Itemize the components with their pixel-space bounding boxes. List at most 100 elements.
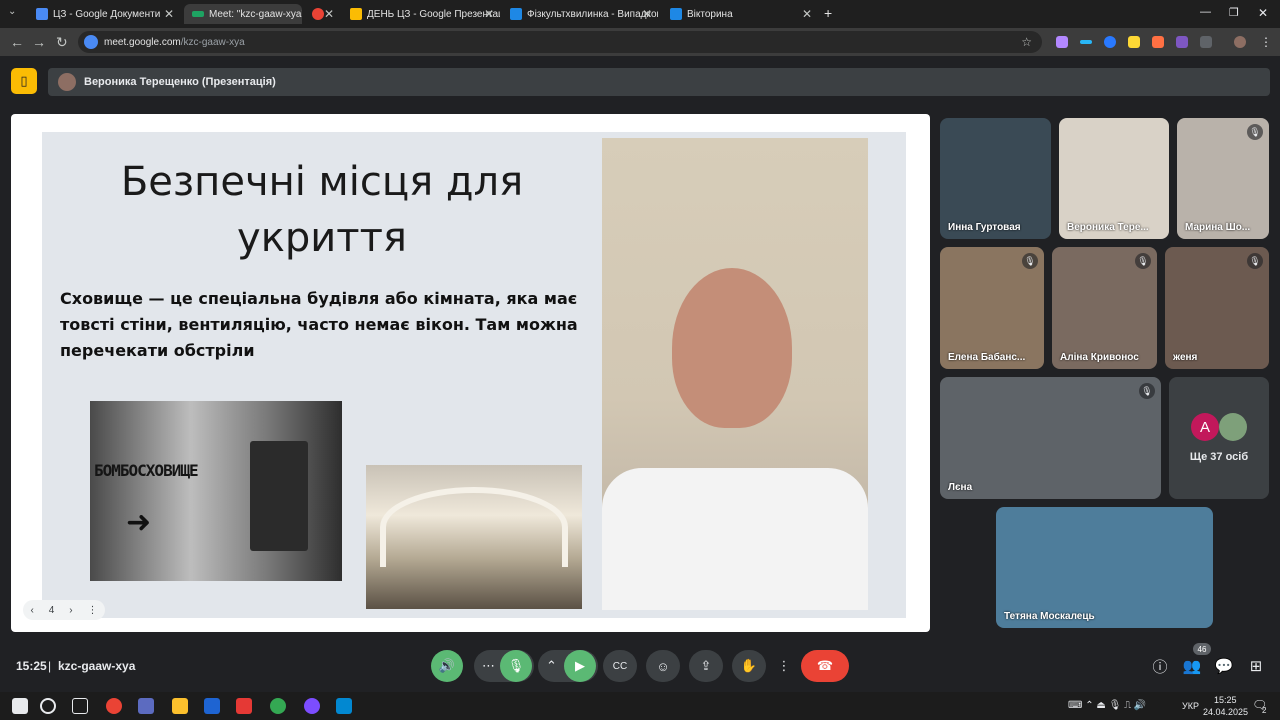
participant-name: Аліна Кривонос: [1060, 352, 1139, 363]
presentation-stage: Безпечні місця для укриття Сховище — це …: [11, 114, 930, 632]
meeting-time: 15:25: [16, 659, 47, 673]
shelter-corridor-image: [366, 465, 582, 609]
participant-name: Марина Шо...: [1185, 222, 1251, 233]
word-icon[interactable]: [204, 698, 220, 714]
more-participants-label: Ще 37 осіб: [1189, 451, 1249, 463]
reload-icon[interactable]: ↻: [56, 34, 68, 51]
more-vert-icon[interactable]: ⋮: [88, 605, 98, 616]
extensions-puzzle-icon[interactable]: [1200, 36, 1212, 48]
app-icon[interactable]: [138, 698, 154, 714]
camera-button[interactable]: ▶: [564, 650, 596, 682]
back-icon[interactable]: ←: [10, 34, 24, 50]
chrome-active-icon[interactable]: [270, 698, 286, 714]
participant-name: Елена Бабанс...: [948, 352, 1026, 363]
chat-icon[interactable]: 💬: [1214, 656, 1234, 676]
file-explorer-icon[interactable]: [172, 698, 188, 714]
next-slide-icon[interactable]: ›: [69, 605, 72, 616]
viber-icon[interactable]: [304, 698, 320, 714]
clock-time[interactable]: 15:25: [1214, 695, 1237, 705]
prev-slide-icon[interactable]: ‹: [30, 605, 33, 616]
people-count-badge: 46: [1193, 643, 1211, 655]
participant-tile[interactable]: 🎙 Лєна: [940, 377, 1161, 499]
raise-hand-button[interactable]: ✋: [732, 650, 766, 682]
mic-off-icon: 🎙: [1247, 124, 1263, 140]
close-icon[interactable]: ✕: [164, 7, 174, 21]
tab-slides[interactable]: ДЕНЬ ЦЗ - Google Презентації ✕: [342, 4, 500, 24]
tab-label: Фізкультхвилинка - Випадкові: [527, 8, 658, 20]
tab-label: Meet: "kzc-gaaw-xya": [209, 8, 302, 20]
mic-off-icon: 🎙: [1247, 253, 1263, 269]
participant-name: Лєна: [948, 482, 973, 493]
url-host: meet.google.com: [104, 36, 181, 48]
extension-dot-icon[interactable]: [1104, 36, 1116, 48]
participant-name: Тетяна Москалець: [1004, 611, 1095, 622]
tab-label: Вікторина: [687, 8, 733, 20]
activities-icon[interactable]: ⊞: [1246, 656, 1266, 676]
slide-navigator[interactable]: ‹ 4 › ⋮: [23, 600, 105, 620]
participant-tile[interactable]: Вероника Тере...: [1059, 118, 1169, 239]
participant-name: Инна Гуртовая: [948, 222, 1021, 233]
tab-label: ЦЗ - Google Документи: [53, 8, 161, 20]
close-window-icon[interactable]: ✕: [1258, 6, 1268, 20]
mic-button[interactable]: 🎙: [500, 650, 532, 682]
task-view-icon[interactable]: [72, 698, 88, 714]
tab-meet[interactable]: Meet: "kzc-gaaw-xya": [184, 4, 302, 24]
docs-icon: [36, 8, 48, 20]
profile-avatar[interactable]: [1234, 36, 1246, 48]
extension-b-icon[interactable]: [1176, 36, 1188, 48]
more-options-button[interactable]: ⋮: [774, 650, 794, 682]
reactions-button[interactable]: ☺: [646, 650, 680, 682]
person-shirt: [602, 468, 868, 610]
search-icon[interactable]: [40, 698, 56, 714]
close-icon[interactable]: ✕: [484, 7, 494, 21]
mic-off-icon: 🎙: [1139, 383, 1155, 399]
tab-recording[interactable]: ✕: [304, 4, 340, 24]
media-icon[interactable]: [336, 698, 352, 714]
captions-button[interactable]: CC: [603, 650, 637, 682]
avatar: [58, 73, 76, 91]
slides-icon: [350, 8, 362, 20]
clock-date[interactable]: 24.04.2025: [1203, 707, 1248, 717]
minimize-icon[interactable]: —: [1200, 6, 1211, 18]
restore-icon[interactable]: ❐: [1229, 6, 1239, 19]
tray-icons[interactable]: ⌨ ⌃ ⏏ 🎙 ⎍ 🔊: [1068, 700, 1146, 711]
tab-quiz[interactable]: Вікторина ✕: [662, 4, 818, 24]
audio-output-button[interactable]: 🔊: [431, 650, 463, 682]
close-icon[interactable]: ✕: [642, 7, 652, 21]
tab-fizkult[interactable]: Фізкультхвилинка - Випадкові ✕: [502, 4, 658, 24]
forward-icon[interactable]: →: [32, 34, 46, 50]
close-icon[interactable]: ✕: [324, 7, 334, 21]
browser-toolbar: ← → ↻ meet.google.com/kzc-gaaw-xya ☆ ⋮: [0, 28, 1280, 56]
paint-icon[interactable]: [236, 698, 252, 714]
site-info-icon[interactable]: [84, 35, 98, 49]
slide-page-number: 4: [48, 604, 55, 616]
tab-docs[interactable]: ЦЗ - Google Документи ✕: [28, 4, 180, 24]
person-head: [672, 268, 792, 428]
windows-start-icon[interactable]: [12, 698, 28, 714]
participant-tile[interactable]: 🎙 Аліна Кривонос: [1052, 247, 1157, 369]
people-icon[interactable]: 👥: [1182, 656, 1202, 676]
extension-feather-icon[interactable]: [1056, 36, 1068, 48]
address-bar[interactable]: meet.google.com/kzc-gaaw-xya ☆: [78, 31, 1042, 53]
more-participants-tile[interactable]: A Ще 37 осіб: [1169, 377, 1269, 499]
browser-menu-icon[interactable]: ⋮: [1260, 35, 1272, 49]
participant-tile[interactable]: Инна Гуртовая: [940, 118, 1051, 239]
extension-bag-icon[interactable]: [1152, 36, 1164, 48]
leave-call-button[interactable]: ☎: [801, 650, 849, 682]
extension-wave-icon[interactable]: [1080, 40, 1092, 44]
tab-search-chevron-icon[interactable]: ⌄: [8, 6, 16, 17]
present-button[interactable]: ⇪: [689, 650, 723, 682]
close-icon[interactable]: ✕: [802, 7, 812, 21]
participant-tile[interactable]: 🎙 женя: [1165, 247, 1269, 369]
bookmark-star-icon[interactable]: ☆: [1021, 35, 1032, 49]
language-indicator[interactable]: УКР: [1182, 701, 1199, 711]
participant-tile[interactable]: 🎙 Елена Бабанс...: [940, 247, 1044, 369]
tab-label: ДЕНЬ ЦЗ - Google Презентації: [367, 8, 500, 20]
chrome-icon[interactable]: [106, 698, 122, 714]
companion-icon[interactable]: ▯: [11, 68, 37, 94]
extension-l-icon[interactable]: [1128, 36, 1140, 48]
new-tab-button[interactable]: +: [824, 5, 832, 21]
participant-tile[interactable]: Тетяна Москалець: [996, 507, 1213, 628]
participant-tile[interactable]: 🎙 Марина Шо...: [1177, 118, 1269, 239]
info-icon[interactable]: ⓘ: [1150, 656, 1170, 676]
